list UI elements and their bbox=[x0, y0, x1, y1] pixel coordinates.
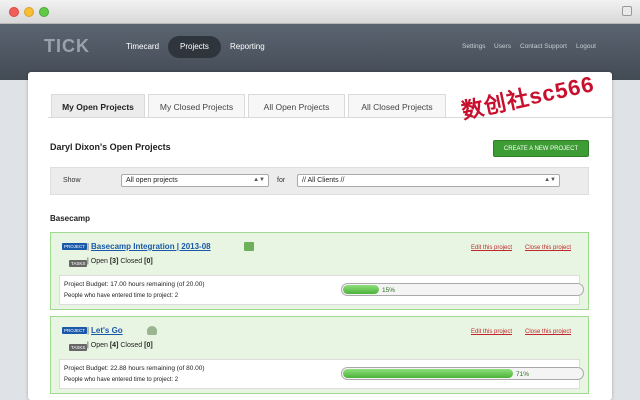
tasks-tag: TASKS bbox=[69, 344, 88, 351]
tab-divider bbox=[48, 117, 612, 118]
project-tag: PROJECT bbox=[62, 243, 88, 250]
nav-timecard[interactable]: Timecard bbox=[114, 36, 171, 58]
closed-count[interactable]: [0] bbox=[144, 342, 153, 349]
show-label: Show bbox=[63, 177, 81, 184]
basecamp-icon bbox=[147, 326, 157, 335]
progress-label: 15% bbox=[382, 287, 396, 294]
fullscreen-icon[interactable] bbox=[622, 6, 632, 16]
status-open-label: | Open bbox=[87, 258, 108, 265]
status-closed-label: Closed bbox=[120, 342, 143, 349]
edit-project-link[interactable]: Edit this project bbox=[471, 329, 512, 335]
close-window-icon[interactable] bbox=[9, 7, 19, 17]
closed-count[interactable]: [0] bbox=[144, 258, 153, 265]
project-card: PROJECT | Let's Go Edit this project Clo… bbox=[50, 316, 589, 394]
page-title: Daryl Dixon's Open Projects bbox=[50, 142, 171, 152]
client-group-heading: Basecamp bbox=[50, 214, 91, 223]
filter-bar: Show All open projects ▲▼ for // All Cli… bbox=[50, 167, 589, 195]
minimize-window-icon[interactable] bbox=[24, 7, 34, 17]
close-project-link[interactable]: Close this project bbox=[525, 329, 571, 335]
project-budget: Project Budget: 22.88 hours remaining (o… bbox=[64, 365, 205, 372]
nav-logout[interactable]: Logout bbox=[576, 43, 596, 50]
task-status: | Open [4] Closed [0] bbox=[87, 342, 153, 349]
project-budget-box: Project Budget: 22.88 hours remaining (o… bbox=[59, 359, 584, 389]
nav-projects[interactable]: Projects bbox=[168, 36, 221, 58]
status-open-label: | Open bbox=[87, 342, 108, 349]
project-card-header: PROJECT | Let's Go Edit this project Clo… bbox=[51, 317, 588, 357]
app-logo[interactable]: TICK bbox=[44, 36, 90, 57]
project-people: People who have entered time to project:… bbox=[64, 293, 179, 299]
progress-fill bbox=[343, 369, 513, 378]
nav-reporting[interactable]: Reporting bbox=[218, 36, 277, 58]
status-closed-label: Closed bbox=[120, 258, 143, 265]
tab-all-open-projects[interactable]: All Open Projects bbox=[248, 94, 345, 118]
close-project-link[interactable]: Close this project bbox=[525, 245, 571, 251]
project-name-link[interactable]: Basecamp Integration | 2013-08 bbox=[91, 242, 211, 251]
nav-settings[interactable]: Settings bbox=[462, 43, 486, 50]
client-select[interactable]: // All Clients // ▲▼ bbox=[297, 174, 560, 187]
separator: | bbox=[87, 326, 90, 335]
budget-progress-bar: 71% bbox=[341, 367, 584, 380]
tab-my-closed-projects[interactable]: My Closed Projects bbox=[148, 94, 245, 118]
zoom-window-icon[interactable] bbox=[39, 7, 49, 17]
project-budget: Project Budget: 17.00 hours remaining (o… bbox=[64, 281, 205, 288]
open-count[interactable]: [4] bbox=[110, 342, 119, 349]
open-count[interactable]: [3] bbox=[110, 258, 119, 265]
main-panel: My Open Projects My Closed Projects All … bbox=[28, 72, 612, 400]
nav-contact-support[interactable]: Contact Support bbox=[520, 43, 567, 50]
progress-fill bbox=[343, 285, 379, 294]
for-label: for bbox=[277, 177, 286, 184]
progress-label: 71% bbox=[516, 371, 530, 378]
project-people: People who have entered time to project:… bbox=[64, 377, 179, 383]
basecamp-sync-icon bbox=[244, 242, 254, 251]
project-budget-box: Project Budget: 17.00 hours remaining (o… bbox=[59, 275, 584, 305]
task-status: | Open [3] Closed [0] bbox=[87, 258, 153, 265]
tasks-tag: TASKS bbox=[69, 260, 88, 267]
select-arrows-icon: ▲▼ bbox=[544, 177, 556, 183]
nav-users[interactable]: Users bbox=[494, 43, 511, 50]
project-name-link[interactable]: Let's Go bbox=[91, 326, 123, 335]
tab-all-closed-projects[interactable]: All Closed Projects bbox=[348, 94, 446, 118]
show-select-value: All open projects bbox=[126, 177, 178, 184]
budget-progress-bar: 15% bbox=[341, 283, 584, 296]
select-arrows-icon: ▲▼ bbox=[253, 177, 265, 183]
project-tag: PROJECT bbox=[62, 327, 88, 334]
project-card-header: PROJECT | Basecamp Integration | 2013-08… bbox=[51, 233, 588, 273]
create-project-button[interactable]: CREATE A NEW PROJECT bbox=[493, 140, 589, 157]
project-card: PROJECT | Basecamp Integration | 2013-08… bbox=[50, 232, 589, 310]
tab-my-open-projects[interactable]: My Open Projects bbox=[51, 94, 145, 118]
show-select[interactable]: All open projects ▲▼ bbox=[121, 174, 269, 187]
client-select-value: // All Clients // bbox=[302, 177, 345, 184]
window-titlebar bbox=[0, 0, 640, 24]
separator: | bbox=[87, 242, 90, 251]
edit-project-link[interactable]: Edit this project bbox=[471, 245, 512, 251]
